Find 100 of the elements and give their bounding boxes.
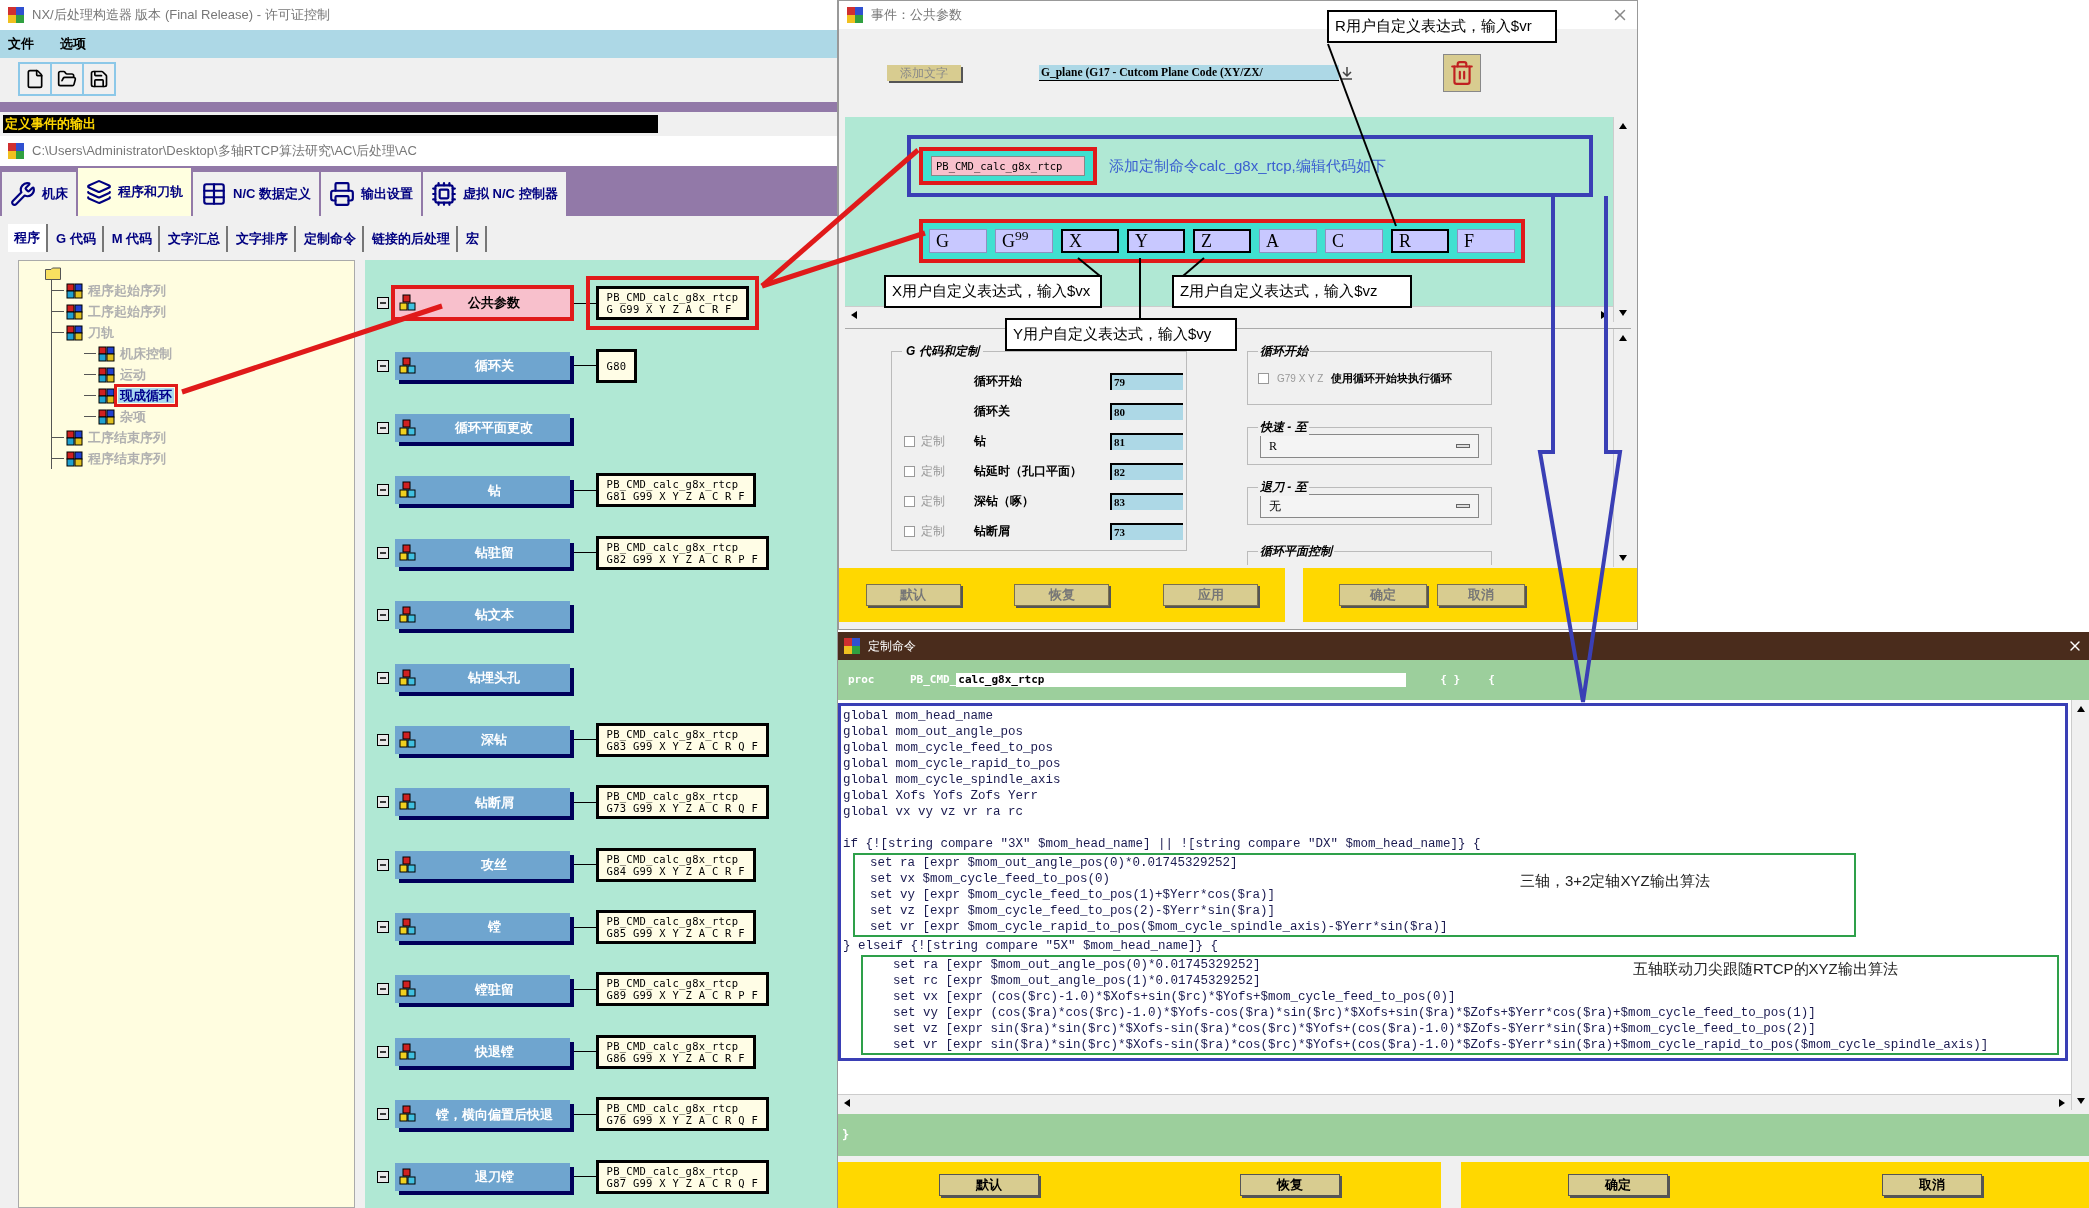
dialog-button[interactable]: 确定 [1568,1174,1668,1196]
output-text: G81 G99 X Y Z A C R F [606,490,745,503]
horizontal-scrollbar[interactable] [838,1094,2071,1110]
output-block[interactable]: PB_CMD_calc_g8x_rtcp G81 G99 X Y Z A C R F [595,473,756,508]
collapse-icon[interactable] [376,796,389,809]
collapse-icon[interactable] [376,297,389,310]
code-line: global mom_cycle_feed_to_pos [843,740,1054,756]
word-block[interactable]: F [1457,229,1515,253]
save-button[interactable] [84,64,114,94]
output-block[interactable]: PB_CMD_calc_g8x_rtcp G82 G99 X Y Z A C R P F [595,535,770,570]
output-block[interactable]: PB_CMD_calc_g8x_rtcp G84 G99 X Y Z A C R F [595,847,756,882]
checkbox[interactable] [904,465,915,477]
collapse-icon[interactable] [376,858,389,871]
collapse-icon[interactable] [376,1170,389,1183]
dropdown-handle-icon [1456,504,1470,508]
main-tab[interactable]: 虚拟 N/C 控制器 [423,172,566,216]
scroll-up-icon[interactable] [2075,704,2086,714]
collapse-icon[interactable] [376,671,389,684]
table-icon [201,181,227,207]
menu-item[interactable]: 选项 [60,34,86,54]
word-block[interactable]: C [1325,229,1383,253]
collapse-icon[interactable] [376,546,389,559]
scroll-down-icon[interactable] [1617,553,1628,563]
code-line: set vr [expr sin($ra)*sin($rc)*$Xofs-sin($ra)*cos($rc)*$Yofs+(cos($ra)-1.0)*$Zofs-$Yerr*sin($ra)+$mom_cycle_rapid_to_pos($mom_cycle_spindle_axis)] [892,1037,1989,1053]
collapse-icon[interactable] [376,1108,389,1121]
code-line: set ra [expr $mom_out_angle_pos(0)*0.01745329252] [892,957,1261,973]
main-tab[interactable]: 机床 [2,172,76,216]
output-block[interactable]: PB_CMD_calc_g8x_rtcp G73 G99 X Y Z A C R Q F [595,785,770,820]
command-block[interactable]: PB_CMD_calc_g8x_rtcp [931,156,1085,176]
input-field[interactable]: 82 [1110,462,1183,480]
callout-box: Z用户自定义表达式，输入$vz [1172,275,1412,308]
word-block[interactable]: A [1259,229,1317,253]
main-tab[interactable]: 程序和刀轨 [78,168,191,216]
checkbox-label: G79 X Y Z [1277,371,1324,386]
download-arrow-icon[interactable] [1341,66,1353,80]
command-name-field[interactable]: calc_g8x_rtcp [956,673,1407,687]
args-braces: { } [1440,671,1461,688]
output-block[interactable]: PB_CMD_calc_g8x_rtcp G87 G99 X Y Z A C R Q F [595,1159,770,1194]
word-block[interactable]: X [1061,229,1119,253]
blocks-icon [398,980,417,999]
collapse-icon[interactable] [376,484,389,497]
scroll-right-icon[interactable] [2057,1097,2067,1108]
checkbox[interactable] [904,525,915,537]
word-block[interactable]: Y [1127,229,1185,253]
word-block[interactable]: G$^{99}$ [995,229,1053,253]
output-block[interactable]: PB_CMD_calc_g8x_rtcp G76 G99 X Y Z A C R Q F [595,1097,770,1132]
field-label: 深钻（啄） [974,493,1035,510]
input-field[interactable]: 73 [1110,522,1183,540]
collapse-icon[interactable] [376,359,389,372]
sub-tab[interactable]: 程序 [8,224,48,252]
collapse-icon[interactable] [376,921,389,934]
collapse-icon[interactable] [376,1045,389,1058]
word-block[interactable]: G [929,229,987,253]
main-tab[interactable]: N/C 数据定义 [193,172,319,216]
main-tab[interactable]: 输出设置 [321,172,421,216]
open-brace: { [1488,671,1495,688]
dropdown[interactable]: R [1260,434,1479,458]
collapse-icon[interactable] [376,983,389,996]
blocks-icon [398,918,417,937]
dropdown[interactable]: 无 [1260,494,1479,518]
word-select[interactable]: G_plane (G17 - Cutcom Plane Code (XY/ZX/ [1039,65,1339,81]
dialog-button[interactable]: 取消 [1882,1174,1982,1196]
input-field[interactable]: 81 [1110,432,1183,450]
collapse-icon[interactable] [376,421,389,434]
code-line: set vy [expr $mom_cycle_feed_to_pos(1)+$Yerr*cos($ra)] [869,887,1276,903]
dialog-title: 定制命令 [868,638,917,655]
open-button[interactable] [52,64,82,94]
callout-box: R用户自定义表达式，输入$vr [1327,10,1557,43]
checkbox[interactable] [1258,372,1269,384]
scroll-left-icon[interactable] [849,309,859,320]
output-block[interactable]: PB_CMD_calc_g8x_rtcp G89 G99 X Y Z A C R P F [595,972,770,1007]
input-field[interactable]: 79 [1110,372,1183,390]
checkbox[interactable] [904,495,915,507]
checkbox[interactable] [904,435,915,447]
code-line: global mom_out_angle_pos [843,724,1024,740]
dialog-button[interactable]: 默认 [938,1174,1039,1196]
scroll-up-icon[interactable] [1617,121,1628,131]
menu-item[interactable]: 文件 [8,34,34,54]
collapse-icon[interactable] [376,733,389,746]
vertical-scrollbar[interactable] [2071,700,2089,1110]
word-block[interactable]: R [1391,229,1449,253]
new-file-button[interactable] [20,64,50,94]
dialog-button[interactable]: 恢复 [1240,1174,1341,1196]
scroll-left-icon[interactable] [842,1097,852,1108]
wrench-icon [10,181,36,207]
output-block[interactable]: PB_CMD_calc_g8x_rtcp G86 G99 X Y Z A C R F [595,1034,756,1069]
output-block[interactable]: G80 [595,348,638,383]
blocks-icon [398,730,417,749]
input-field[interactable]: 83 [1110,492,1183,510]
output-block[interactable]: PB_CMD_calc_g8x_rtcp G85 G99 X Y Z A C R F [595,910,756,945]
group-title: 循环开始 [1258,342,1310,360]
scroll-down-icon[interactable] [2075,1096,2086,1106]
scroll-down-icon[interactable] [1617,308,1628,318]
delete-button[interactable] [1443,54,1481,92]
word-block[interactable]: Z [1193,229,1251,253]
field-label: 钻延时（孔口平面） [974,463,1083,480]
input-field[interactable]: 80 [1110,402,1183,420]
collapse-icon[interactable] [376,609,389,622]
output-block[interactable]: PB_CMD_calc_g8x_rtcp G83 G99 X Y Z A C R Q F [595,722,770,757]
scroll-up-icon[interactable] [1617,333,1628,343]
